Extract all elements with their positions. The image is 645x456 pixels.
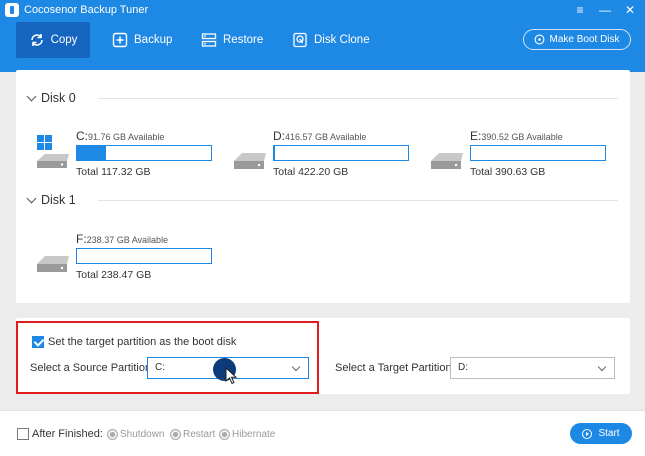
make-boot-disk-label: Make Boot Disk <box>549 34 620 45</box>
hibernate-radio-label: Hibernate <box>232 429 276 440</box>
nav-restore-label: Restore <box>223 34 264 46</box>
source-partition-value: C: <box>155 362 165 373</box>
hard-drive-icon <box>431 153 463 169</box>
partition-total: Total 422.20 GB <box>273 166 349 178</box>
chevron-down-icon <box>597 362 607 372</box>
nav-disk-clone-label: Disk Clone <box>314 34 370 46</box>
nav-disk-clone-button[interactable]: Disk Clone <box>284 22 378 58</box>
menu-icon[interactable]: ≡ <box>571 2 589 18</box>
play-icon <box>582 428 593 439</box>
restore-icon <box>201 33 217 47</box>
partition-available: 91.76 GB Available <box>88 132 165 142</box>
nav-backup-label: Backup <box>134 34 173 46</box>
boot-disk-checkbox-label: Set the target partition as the boot dis… <box>48 336 237 348</box>
target-partition-label: Select a Target Partition: <box>335 362 455 374</box>
app-title: Cocosenor Backup Tuner <box>24 4 149 16</box>
nav-copy-button[interactable]: Copy <box>16 22 90 58</box>
shutdown-radio[interactable] <box>107 429 118 440</box>
disk-0-header[interactable]: Disk 0 <box>26 91 628 105</box>
hard-drive-icon <box>37 256 69 272</box>
chevron-down-icon <box>26 91 37 101</box>
partition-letter: F: <box>76 232 87 246</box>
usage-bar-fill <box>274 146 276 160</box>
usage-bar <box>273 145 409 161</box>
usage-bar <box>470 145 606 161</box>
hibernate-radio[interactable] <box>219 429 230 440</box>
minimize-icon[interactable]: — <box>596 2 614 18</box>
partition-letter: E: <box>470 129 482 143</box>
restart-radio-label: Restart <box>183 429 216 440</box>
after-finished-label: After Finished: <box>32 428 103 440</box>
app-logo-icon <box>5 3 19 17</box>
restart-radio[interactable] <box>170 429 181 440</box>
close-icon[interactable]: ✕ <box>621 2 639 18</box>
nav-restore-button[interactable]: Restore <box>193 22 271 58</box>
footer-bar: After Finished: Shutdown Restart Hiberna… <box>0 410 645 456</box>
backup-plus-icon <box>112 32 128 48</box>
partition-label: E:390.52 GB Available <box>470 129 563 143</box>
source-partition-label: Select a Source Partition: <box>30 362 155 374</box>
usage-bar <box>76 145 212 161</box>
after-finished-checkbox[interactable] <box>17 428 29 440</box>
partition-available: 416.57 GB Available <box>285 132 367 142</box>
target-partition-value: D: <box>458 362 468 373</box>
divider <box>98 98 618 99</box>
header-bar: Cocosenor Backup Tuner ≡ — ✕ Copy Backup… <box>0 0 645 72</box>
disk-1-header[interactable]: Disk 1 <box>26 193 628 207</box>
hard-drive-icon <box>234 153 266 169</box>
usage-bar-fill <box>77 146 107 160</box>
partition-c[interactable]: C:91.76 GB Available Total 117.32 GB <box>35 129 215 187</box>
partition-total: Total 117.32 GB <box>76 166 151 178</box>
start-button[interactable]: Start <box>570 423 632 444</box>
copy-refresh-icon <box>30 34 43 46</box>
partition-e[interactable]: E:390.52 GB Available Total 390.63 GB <box>429 129 609 187</box>
make-boot-disk-button[interactable]: Make Boot Disk <box>523 29 631 50</box>
disk-0-title: Disk 0 <box>41 91 76 105</box>
disk-1-title: Disk 1 <box>41 193 76 207</box>
partition-available: 390.52 GB Available <box>481 132 563 142</box>
partition-total: Total 238.47 GB <box>76 269 152 281</box>
target-partition-select[interactable]: D: <box>450 357 615 379</box>
chevron-down-icon <box>26 193 37 203</box>
start-label: Start <box>598 428 620 439</box>
partition-label: D:416.57 GB Available <box>273 129 366 143</box>
divider <box>98 200 618 201</box>
nav-copy-label: Copy <box>50 34 78 46</box>
partition-label: F:238.37 GB Available <box>76 232 168 246</box>
partition-label: C:91.76 GB Available <box>76 129 164 143</box>
usage-bar <box>76 248 212 264</box>
partition-available: 238.37 GB Available <box>86 235 169 245</box>
partition-d[interactable]: D:416.57 GB Available Total 422.20 GB <box>232 129 412 187</box>
nav-backup-button[interactable]: Backup <box>104 22 180 58</box>
disk-list-panel: Disk 0 C:91.76 GB Available Total 117.32… <box>16 70 630 303</box>
boot-disk-icon <box>535 34 545 45</box>
shutdown-radio-label: Shutdown <box>120 429 165 440</box>
partition-letter: C: <box>76 129 88 143</box>
windows-drive-icon <box>37 135 69 168</box>
title-bar: Cocosenor Backup Tuner ≡ — ✕ <box>0 0 645 22</box>
boot-disk-checkbox[interactable] <box>32 336 44 348</box>
partition-letter: D: <box>273 129 285 143</box>
disk-clone-icon <box>293 32 307 48</box>
partition-f[interactable]: F:238.37 GB Available Total 238.47 GB <box>35 232 215 290</box>
partition-total: Total 390.63 GB <box>470 166 546 178</box>
mouse-pointer-icon <box>225 367 238 385</box>
chevron-down-icon <box>291 362 301 372</box>
